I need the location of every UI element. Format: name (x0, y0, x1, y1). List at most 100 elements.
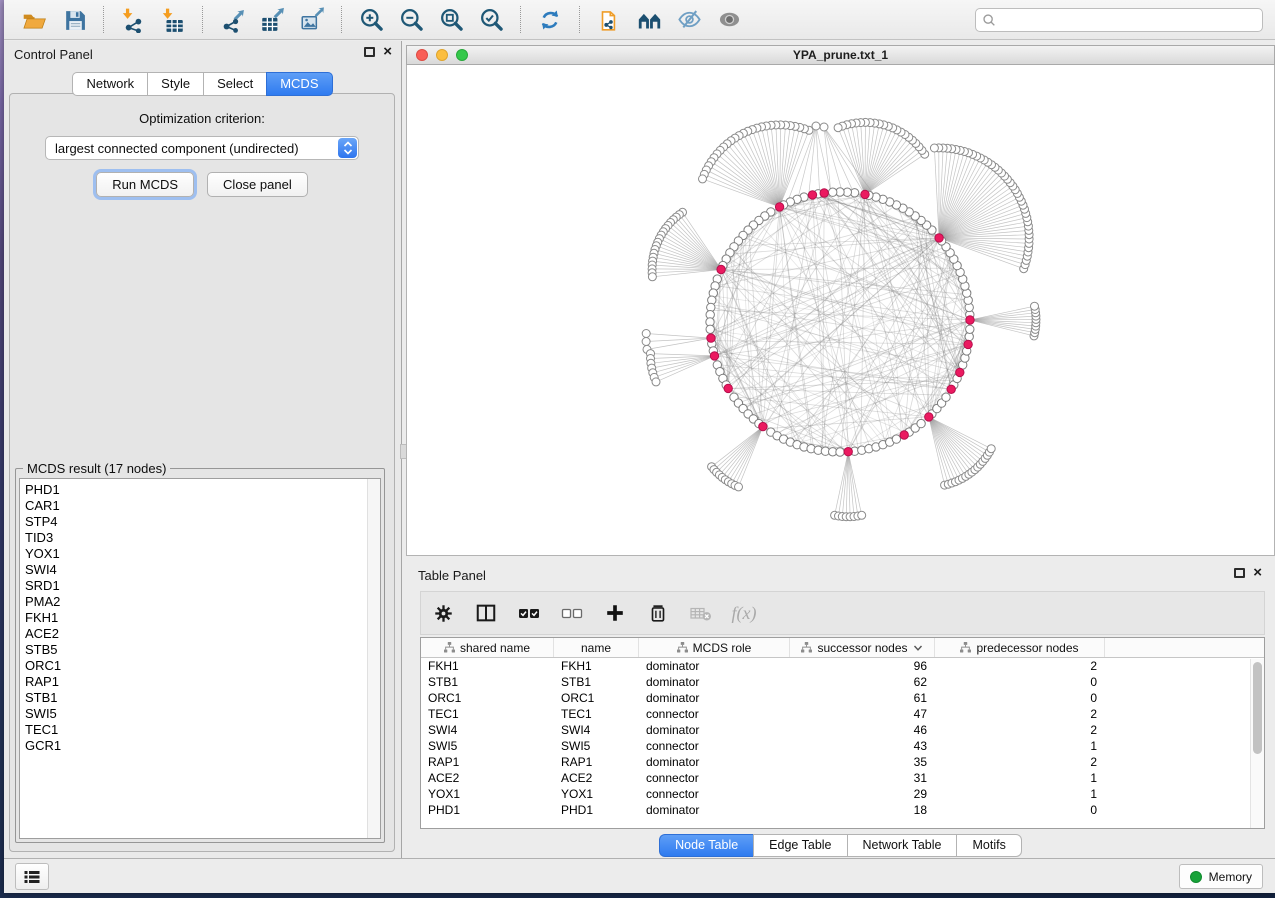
first-neighbors-icon[interactable] (633, 5, 665, 35)
import-table-icon[interactable] (157, 5, 189, 35)
table-row[interactable]: ACE2ACE2connector311 (421, 770, 1264, 786)
control-panel-header[interactable]: Control Panel × (4, 41, 401, 67)
float-table-panel-icon[interactable] (1234, 568, 1245, 578)
hide-selected-icon[interactable] (673, 5, 705, 35)
table-row[interactable]: RAP1RAP1dominator352 (421, 754, 1264, 770)
mcds-result-item[interactable]: STB1 (20, 690, 380, 706)
table-row[interactable]: PHD1PHD1dominator180 (421, 802, 1264, 818)
table-row[interactable]: YOX1YOX1connector291 (421, 786, 1264, 802)
table-cell: 43 (790, 739, 935, 753)
mcds-result-item[interactable]: SWI4 (20, 562, 380, 578)
delete-columns-icon[interactable] (645, 600, 671, 626)
table-cell: 31 (790, 771, 935, 785)
mcds-result-item[interactable]: YOX1 (20, 546, 380, 562)
toolbar-separator (341, 6, 342, 33)
network-canvas[interactable] (406, 65, 1275, 556)
tab-node-table[interactable]: Node Table (659, 834, 753, 857)
mcds-result-item[interactable]: STP4 (20, 514, 380, 530)
tab-edge-table[interactable]: Edge Table (753, 834, 846, 857)
table-row[interactable]: SWI4SWI4dominator462 (421, 722, 1264, 738)
tab-network[interactable]: Network (72, 72, 147, 96)
table-row[interactable]: STB1STB1dominator620 (421, 674, 1264, 690)
column-header-shared-name[interactable]: shared name (421, 638, 554, 657)
maximize-window-icon[interactable] (456, 49, 468, 61)
table-cell: 35 (790, 755, 935, 769)
table-scrollbar-thumb[interactable] (1253, 662, 1262, 754)
network-window-titlebar[interactable]: YPA_prune.txt_1 (406, 45, 1275, 65)
close-panel-icon[interactable]: × (383, 47, 392, 57)
column-header-name[interactable]: name (554, 638, 639, 657)
close-panel-button[interactable]: Close panel (207, 172, 308, 197)
tab-mcds[interactable]: MCDS (266, 72, 332, 96)
toolbar-separator (202, 6, 203, 33)
close-table-panel-icon[interactable]: × (1253, 568, 1262, 578)
optimization-criterion-value: largest connected component (undirected) (55, 141, 299, 156)
cytoscape-window: Control Panel × NetworkStyleSelectMCDS O… (4, 0, 1275, 893)
export-table-icon[interactable] (256, 5, 288, 35)
select-all-icon[interactable] (516, 600, 542, 626)
table-row[interactable]: SWI5SWI5connector431 (421, 738, 1264, 754)
tab-motifs[interactable]: Motifs (956, 834, 1021, 857)
mcds-result-item[interactable]: STB5 (20, 642, 380, 658)
table-cell: SWI5 (554, 739, 639, 753)
column-header-MCDS-role[interactable]: MCDS role (639, 638, 790, 657)
tree-icon (677, 642, 688, 653)
mcds-result-item[interactable]: ORC1 (20, 658, 380, 674)
zoom-selected-icon[interactable] (475, 5, 507, 35)
mcds-result-scrollbar[interactable] (367, 479, 380, 838)
memory-button[interactable]: Memory (1179, 864, 1263, 889)
table-panel-header[interactable]: Table Panel × (406, 563, 1275, 587)
tab-style[interactable]: Style (147, 72, 203, 96)
network-graph[interactable] (407, 65, 1274, 554)
mcds-result-item[interactable]: PMA2 (20, 594, 380, 610)
zoom-in-icon[interactable] (355, 5, 387, 35)
search-input[interactable] (975, 8, 1263, 32)
function-builder-icon: f(x) (731, 600, 757, 626)
memory-label: Memory (1209, 870, 1252, 884)
add-column-icon[interactable] (602, 600, 628, 626)
close-window-icon[interactable] (416, 49, 428, 61)
table-cell: STB1 (554, 675, 639, 689)
open-file-icon[interactable] (18, 5, 50, 35)
export-network-icon[interactable] (216, 5, 248, 35)
mcds-result-item[interactable]: ACE2 (20, 626, 380, 642)
mcds-result-item[interactable]: TID3 (20, 530, 380, 546)
mcds-result-item[interactable]: GCR1 (20, 738, 380, 754)
import-network-icon[interactable] (117, 5, 149, 35)
column-header-successor-nodes[interactable]: successor nodes (790, 638, 935, 657)
mcds-result-item[interactable]: SRD1 (20, 578, 380, 594)
table-cell: connector (639, 787, 790, 801)
mcds-result-item[interactable]: RAP1 (20, 674, 380, 690)
run-mcds-button[interactable]: Run MCDS (96, 172, 194, 197)
table-mode-gear-icon[interactable] (430, 600, 456, 626)
export-image-icon[interactable] (296, 5, 328, 35)
new-network-from-selection-icon[interactable] (593, 5, 625, 35)
mcds-result-item[interactable]: TEC1 (20, 722, 380, 738)
table-row[interactable]: FKH1FKH1dominator962 (421, 658, 1264, 674)
optimization-criterion-select[interactable]: largest connected component (undirected) (45, 136, 359, 160)
zoom-fit-icon[interactable] (435, 5, 467, 35)
zoom-out-icon[interactable] (395, 5, 427, 35)
table-cell: YOX1 (421, 787, 554, 801)
table-row[interactable]: ORC1ORC1dominator610 (421, 690, 1264, 706)
mcds-result-list[interactable]: PHD1CAR1STP4TID3YOX1SWI4SRD1PMA2FKH1ACE2… (19, 478, 381, 839)
table-row[interactable]: TEC1TEC1connector472 (421, 706, 1264, 722)
table-cell: dominator (639, 723, 790, 737)
column-header-predecessor-nodes[interactable]: predecessor nodes (935, 638, 1105, 657)
split-panel-icon[interactable] (473, 600, 499, 626)
mcds-result-item[interactable]: FKH1 (20, 610, 380, 626)
tab-select[interactable]: Select (203, 72, 266, 96)
task-history-button[interactable] (15, 863, 49, 890)
float-panel-icon[interactable] (364, 47, 375, 57)
table-cell: 29 (790, 787, 935, 801)
mcds-result-item[interactable]: CAR1 (20, 498, 380, 514)
mcds-result-item[interactable]: SWI5 (20, 706, 380, 722)
minimize-window-icon[interactable] (436, 49, 448, 61)
refresh-view-icon[interactable] (534, 5, 566, 35)
tab-network-table[interactable]: Network Table (847, 834, 957, 857)
table-scrollbar[interactable] (1250, 659, 1264, 828)
mcds-result-item[interactable]: PHD1 (20, 482, 380, 498)
save-session-icon[interactable] (58, 5, 90, 35)
show-all-icon[interactable] (713, 5, 745, 35)
deselect-all-icon[interactable] (559, 600, 585, 626)
